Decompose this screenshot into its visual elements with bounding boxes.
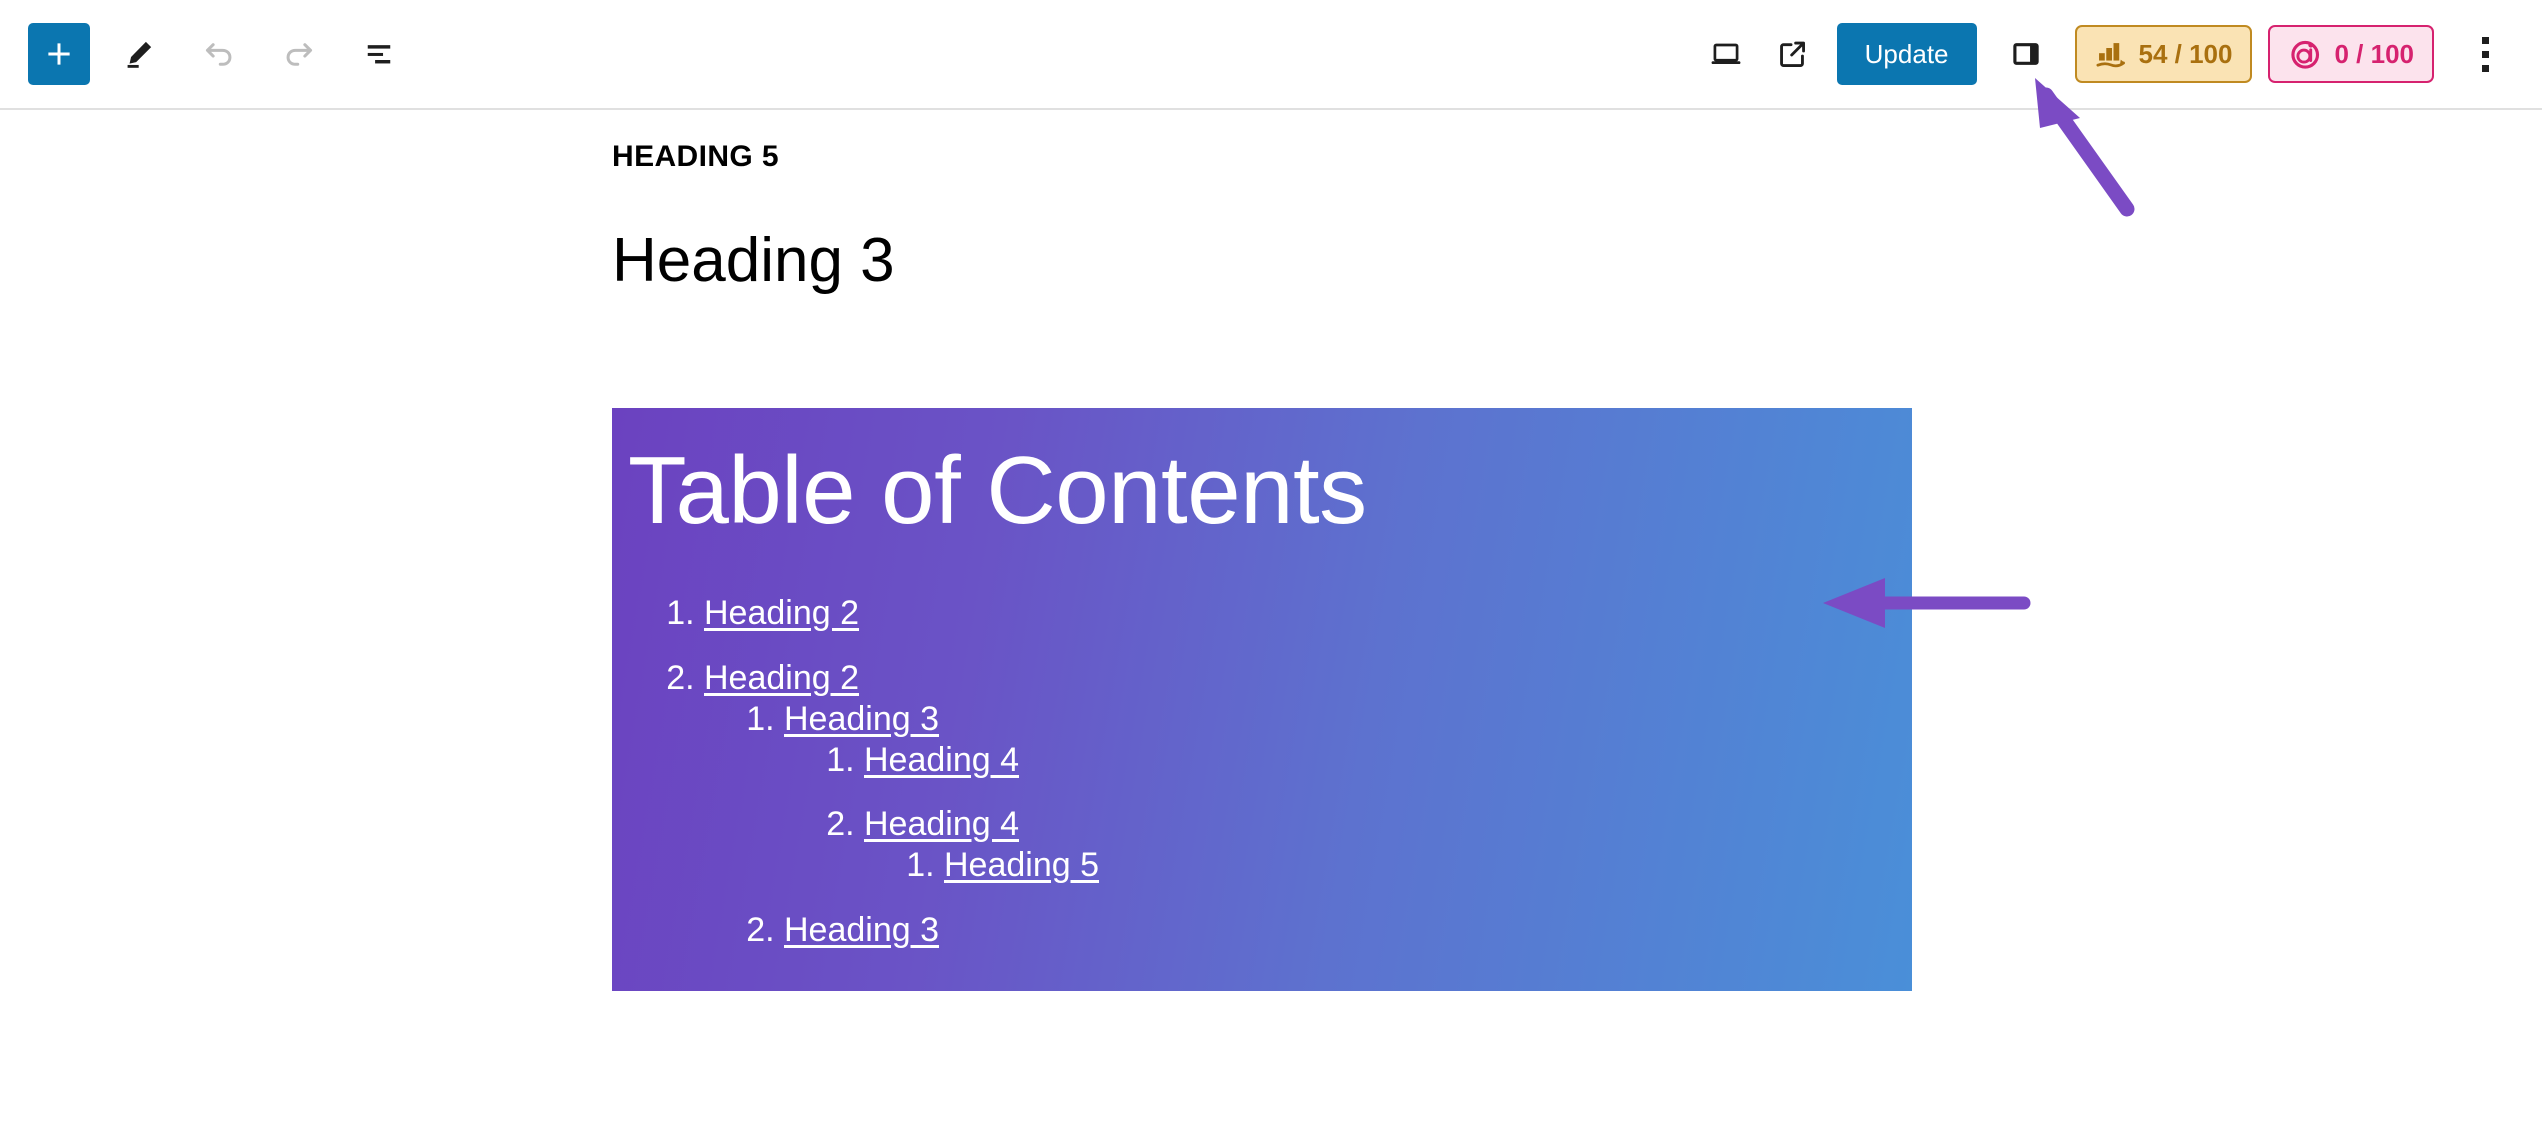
update-button[interactable]: Update (1836, 23, 1977, 85)
editor-canvas: HEADING 5 Heading 3 Table of Contents He… (0, 110, 2542, 1124)
settings-sidebar-toggle[interactable] (1995, 23, 2057, 85)
options-menu-button[interactable] (2454, 23, 2516, 85)
redo-button[interactable] (268, 23, 330, 85)
toc-link[interactable]: Heading 2 (704, 594, 859, 632)
toc-sublist: Heading 3 Heading 4 Heading 4 Headin (704, 699, 1912, 951)
block-inserter-button[interactable] (28, 23, 90, 85)
bar-chart-icon (2095, 39, 2129, 69)
list-item[interactable]: Heading 4 Heading 5 (864, 804, 1912, 886)
table-of-contents-block[interactable]: Table of Contents Heading 2 Heading 2 He… (612, 407, 1912, 991)
desktop-preview-icon (1707, 35, 1745, 73)
seo-score-badge[interactable]: 54 / 100 (2074, 25, 2253, 83)
toc-sublist: Heading 5 (864, 845, 1912, 886)
redo-arrow-icon (280, 35, 318, 73)
list-item[interactable]: Heading 4 (864, 740, 1912, 781)
toc-link[interactable]: Heading 3 (784, 700, 939, 738)
toc-list: Heading 2 Heading 2 Heading 3 Heading 4 (612, 547, 1912, 991)
list-item[interactable]: Heading 3 Heading 4 Heading 4 Headin (784, 699, 1912, 886)
preview-button[interactable] (1695, 23, 1757, 85)
list-item[interactable]: Heading 3 (784, 910, 1912, 951)
header-right-toolbar: Update 54 / 100 0 / 100 (1695, 23, 2516, 85)
ai-circle-icon (2288, 37, 2324, 71)
external-link-icon (1773, 35, 1811, 73)
header-left-toolbar (28, 23, 410, 85)
edit-tool-button[interactable] (108, 23, 170, 85)
toc-link[interactable]: Heading 3 (784, 911, 939, 949)
kebab-dot (2481, 36, 2489, 44)
list-view-icon (361, 36, 397, 72)
toc-link[interactable]: Heading 2 (704, 659, 859, 697)
post-content: HEADING 5 Heading 3 Table of Contents He… (612, 110, 1912, 991)
editor-header: Update 54 / 100 0 / 100 (0, 0, 2542, 110)
toc-sublist: Heading 4 Heading 4 Heading 5 (784, 740, 1912, 886)
undo-button[interactable] (188, 23, 250, 85)
kebab-dot (2481, 64, 2489, 72)
plus-icon (42, 37, 76, 71)
kebab-dot (2481, 50, 2489, 58)
toc-link[interactable]: Heading 4 (864, 741, 1019, 779)
ai-score-value: 0 / 100 (2334, 38, 2414, 69)
toc-link[interactable]: Heading 4 (864, 805, 1019, 843)
pencil-icon (121, 36, 157, 72)
sidebar-panel-icon (2008, 36, 2044, 72)
list-item[interactable]: Heading 2 (704, 593, 1912, 634)
list-item[interactable]: Heading 2 Heading 3 Heading 4 Heading 4 (704, 658, 1912, 951)
toc-title[interactable]: Table of Contents (612, 434, 1912, 547)
ai-score-badge[interactable]: 0 / 100 (2268, 25, 2434, 83)
undo-arrow-icon (200, 35, 238, 73)
heading-3-block[interactable]: Heading 3 (612, 176, 1912, 298)
heading-5-block[interactable]: HEADING 5 (612, 110, 1912, 176)
document-overview-button[interactable] (348, 23, 410, 85)
view-post-button[interactable] (1761, 23, 1823, 85)
seo-score-value: 54 / 100 (2138, 38, 2233, 69)
list-item[interactable]: Heading 5 (944, 845, 1912, 886)
toc-link[interactable]: Heading 5 (944, 846, 1099, 884)
